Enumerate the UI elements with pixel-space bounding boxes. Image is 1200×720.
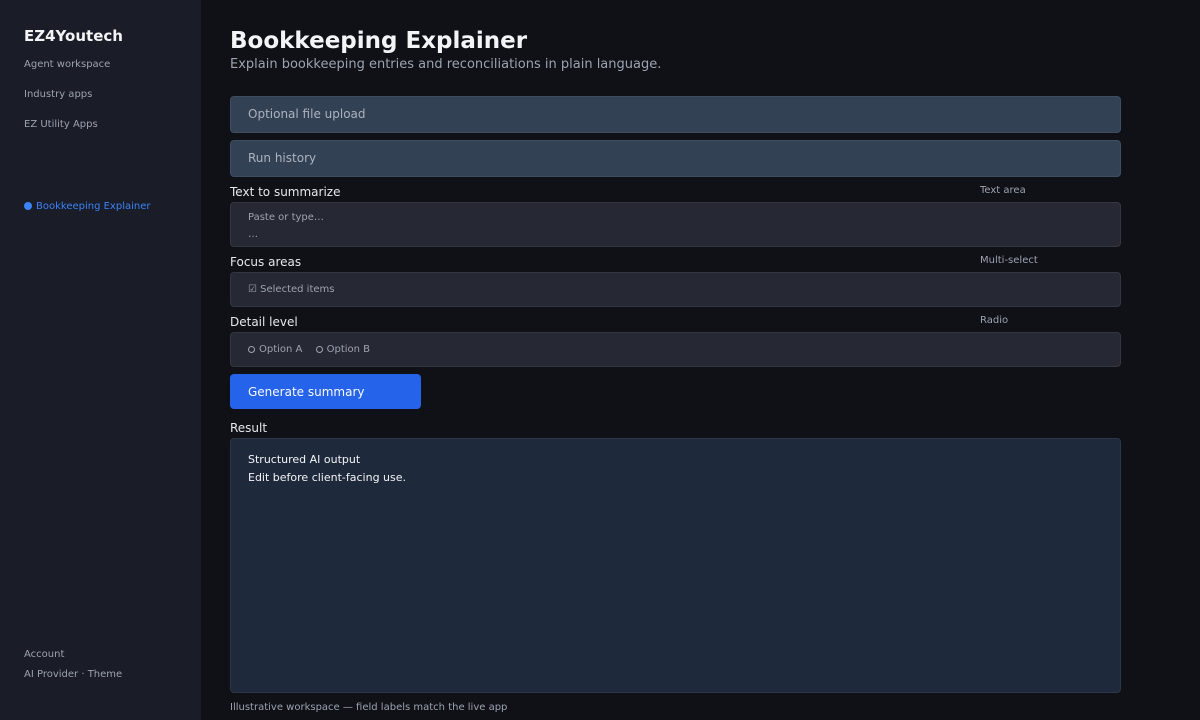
sidebar: EZ4Youtech Agent workspace Industry apps… xyxy=(0,0,201,720)
radio-circle-icon xyxy=(248,346,255,353)
file-upload-expander[interactable]: Optional file upload xyxy=(230,96,1121,133)
sidebar-settings-row: AI Provider · Theme xyxy=(24,669,122,680)
text-area-placeholder: Paste or type… xyxy=(248,212,324,223)
radio-option-label: Option A xyxy=(259,344,303,355)
detail-radio-group: Option A Option B xyxy=(230,332,1121,367)
ai-provider-link[interactable]: AI Provider xyxy=(24,669,78,680)
text-area-input[interactable]: Paste or type… … xyxy=(230,202,1121,247)
result-output: Structured AI output Edit before client-… xyxy=(230,438,1121,693)
result-label: Result xyxy=(230,421,268,435)
theme-link[interactable]: Theme xyxy=(88,669,123,680)
result-line: Structured AI output xyxy=(248,453,361,466)
page-subtitle: Explain bookkeeping entries and reconcil… xyxy=(230,57,662,72)
sidebar-item-ez-utility-apps[interactable]: EZ Utility Apps xyxy=(24,119,98,130)
sidebar-item-agent-workspace[interactable]: Agent workspace xyxy=(24,59,110,70)
focus-field-label: Focus areas xyxy=(230,255,302,269)
sidebar-item-industry-apps[interactable]: Industry apps xyxy=(24,89,92,100)
multiselect-value: ☑ Selected items xyxy=(248,284,335,295)
run-history-expander[interactable]: Run history xyxy=(230,140,1121,177)
text-field-label: Text to summarize xyxy=(230,185,341,199)
separator: · xyxy=(78,669,88,680)
active-dot-icon xyxy=(24,202,32,210)
main-content: Bookkeeping Explainer Explain bookkeepin… xyxy=(230,0,1121,720)
detail-field-type: Radio xyxy=(980,315,1009,326)
focus-multiselect[interactable]: ☑ Selected items xyxy=(230,272,1121,307)
result-line: Edit before client-facing use. xyxy=(248,471,407,484)
radio-option-a[interactable]: Option A xyxy=(248,333,302,366)
radio-circle-icon xyxy=(315,346,323,353)
detail-field-label: Detail level xyxy=(230,315,298,329)
footer-note: Illustrative workspace — field labels ma… xyxy=(230,702,508,713)
account-link[interactable]: Account xyxy=(24,649,64,660)
sidebar-item-label: Bookkeeping Explainer xyxy=(36,201,151,212)
radio-option-label: Option B xyxy=(326,344,371,355)
radio-option-b[interactable]: Option B xyxy=(315,333,371,366)
focus-field-type: Multi-select xyxy=(980,255,1038,266)
text-field-type: Text area xyxy=(980,185,1026,196)
generate-summary-button[interactable]: Generate summary xyxy=(230,374,421,409)
page-title: Bookkeeping Explainer xyxy=(230,28,528,54)
sidebar-item-bookkeeping-explainer[interactable]: Bookkeeping Explainer xyxy=(24,201,151,212)
brand-logo[interactable]: EZ4Youtech xyxy=(24,27,123,45)
text-area-ellipsis: … xyxy=(248,229,258,240)
